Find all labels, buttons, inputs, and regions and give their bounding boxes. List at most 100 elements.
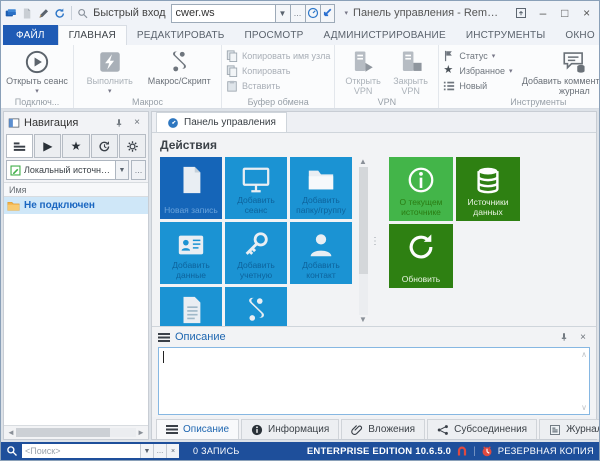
group-label-macro: Макрос	[131, 97, 164, 107]
scroll-up-icon[interactable]: ▲	[359, 157, 367, 167]
tab-administration[interactable]: АДМИНИСТРИРОВАНИЕ	[314, 25, 456, 45]
tab-journals[interactable]: Журналы	[539, 419, 599, 439]
tile-label: Добавить сеанс	[237, 195, 275, 216]
status-button[interactable]: Статус ▾	[443, 50, 515, 62]
tile-add-folder[interactable]: Добавить папку/группу	[290, 157, 352, 219]
tab-edit[interactable]: РЕДАКТИРОВАТЬ	[127, 25, 235, 45]
tab-subconnections[interactable]: Субсоединения	[427, 419, 538, 439]
scroll-right-icon[interactable]: ►	[136, 428, 146, 437]
tab-tools[interactable]: ИНСТРУМЕНТЫ	[456, 25, 556, 45]
tab-dashboard[interactable]: Панель управления	[156, 112, 287, 132]
ribbon-display-options-icon[interactable]	[513, 4, 530, 22]
tab-attachments[interactable]: Вложения	[341, 419, 426, 439]
textarea-scroll-hints: ∧ ∨	[581, 350, 587, 412]
add-macro-icon	[249, 297, 264, 321]
backup-icon[interactable]	[481, 445, 493, 457]
navigation-hscrollbar[interactable]: ◄ ►	[4, 425, 148, 439]
gear-icon	[127, 140, 138, 152]
copy-node-name-button[interactable]: Копировать имя узла	[226, 50, 330, 62]
tile-label: Источники данных	[467, 197, 509, 218]
pin-icon[interactable]	[557, 330, 571, 344]
star-icon: ★	[70, 139, 82, 153]
close-button[interactable]: ×	[578, 4, 595, 22]
minimize-button[interactable]: –	[535, 4, 552, 22]
tile-add-session[interactable]: Добавить сеанс	[225, 157, 287, 219]
tile-new-entry[interactable]: Новая запись	[160, 157, 222, 219]
vscroll-track[interactable]	[358, 167, 368, 315]
hscroll-thumb[interactable]	[16, 428, 110, 437]
status-search-input[interactable]	[22, 444, 140, 458]
tile-about-source[interactable]: О текущем источнике	[389, 157, 453, 221]
description-header: Описание ×	[152, 327, 596, 347]
quick-connect-launch-icon[interactable]	[319, 3, 335, 23]
tile-add-document[interactable]: Добавить	[160, 287, 222, 326]
tab-label: Информация	[268, 424, 330, 435]
splitter-handle[interactable]: ⋮	[369, 157, 381, 325]
data-source-more-button[interactable]: …	[131, 160, 146, 180]
paste-icon	[226, 80, 238, 92]
search-dropdown[interactable]: ▼	[140, 444, 153, 458]
description-textarea[interactable]: ∧ ∨	[158, 347, 590, 415]
vscroll-thumb[interactable]	[358, 167, 368, 274]
close-icon[interactable]: ×	[576, 330, 590, 344]
quick-access-caret-icon[interactable]: ▾	[345, 9, 349, 17]
quick-connect-more-button[interactable]: …	[289, 3, 305, 23]
data-source-dropdown[interactable]: ▼	[116, 160, 129, 180]
search-clear-button[interactable]: ×	[166, 444, 179, 458]
offline-mode-icon[interactable]	[456, 445, 468, 457]
tiles-vscrollbar[interactable]: ▲ ▼	[357, 157, 369, 325]
tab-information[interactable]: Информация	[241, 419, 340, 439]
tile-label: Добавить папку/группу	[296, 195, 346, 216]
add-comment-button[interactable]: Добавить комментарий в журнал	[515, 47, 599, 97]
copy-button[interactable]: Копировать	[226, 65, 330, 77]
tile-add-contact[interactable]: Добавить контакт	[290, 222, 352, 284]
maximize-button[interactable]: □	[556, 4, 573, 22]
quick-connect-session-icon[interactable]	[304, 3, 320, 23]
tile-add-credential[interactable]: Добавить учетную	[225, 222, 287, 284]
macro-script-button[interactable]: Макрос/Скрипт	[142, 47, 217, 86]
name-column-header[interactable]: Имя	[4, 182, 148, 197]
tree-item-not-connected[interactable]: Не подключен	[4, 197, 148, 214]
search-more-button[interactable]: …	[153, 444, 166, 458]
scroll-left-icon[interactable]: ◄	[6, 428, 16, 437]
ribbon-tab-strip: ФАЙЛ ГЛАВНАЯ РЕДАКТИРОВАТЬ ПРОСМОТР АДМИ…	[1, 25, 599, 45]
tile-label: Добавить учетную	[237, 260, 275, 281]
refresh-icon[interactable]	[54, 6, 65, 21]
copy-icon	[226, 50, 238, 62]
tab-window[interactable]: ОКНО	[555, 25, 599, 45]
favorites-button[interactable]: ★ Избранное ▾	[443, 65, 515, 77]
quick-connect-input[interactable]	[170, 3, 275, 23]
pin-icon[interactable]	[112, 116, 126, 130]
group-label-tools: Инструменты	[510, 97, 567, 107]
navigation-header: Навигация ×	[4, 112, 148, 133]
close-icon[interactable]: ×	[130, 116, 144, 130]
run-button[interactable]: Выполнить ▾	[78, 47, 142, 95]
tile-add-data[interactable]: Добавить данные	[160, 222, 222, 284]
new-document-icon[interactable]	[21, 6, 32, 21]
nav-tab-settings[interactable]	[118, 134, 147, 158]
open-session-button[interactable]: Открыть сеанс ▾	[5, 47, 69, 95]
tab-description[interactable]: Описание	[156, 419, 240, 439]
new-button[interactable]: Новый	[443, 80, 515, 92]
tab-view[interactable]: ПРОСМОТР	[235, 25, 314, 45]
quick-connect-dropdown[interactable]: ▼	[274, 3, 290, 23]
nav-tab-tree[interactable]	[6, 134, 34, 158]
nav-tab-history[interactable]	[90, 134, 118, 158]
edit-pencil-icon[interactable]	[38, 6, 49, 21]
tile-add-macro[interactable]: Добавить	[225, 287, 287, 326]
tab-home[interactable]: ГЛАВНАЯ	[57, 25, 127, 45]
navigation-tree: Не подключен	[4, 197, 148, 425]
paste-button[interactable]: Вставить	[226, 80, 330, 92]
clipboard-buttons: Копировать имя узла Копировать Вставить	[226, 47, 330, 92]
data-source-combobox[interactable]: Локальный источник д...	[6, 160, 116, 180]
tile-data-sources[interactable]: Источники данных	[456, 157, 520, 221]
open-vpn-button[interactable]: Открыть VPN	[339, 47, 387, 97]
close-vpn-button[interactable]: Закрыть VPN	[387, 47, 435, 97]
tile-label: О текущем источнике	[399, 197, 443, 218]
nav-tab-favorites[interactable]: ★	[62, 134, 90, 158]
scroll-down-icon[interactable]: ▼	[359, 315, 367, 325]
hscroll-track[interactable]	[16, 428, 136, 437]
tab-file[interactable]: ФАЙЛ	[3, 25, 58, 45]
tile-refresh[interactable]: Обновить	[389, 224, 453, 288]
nav-tab-sessions[interactable]: ▶	[34, 134, 62, 158]
